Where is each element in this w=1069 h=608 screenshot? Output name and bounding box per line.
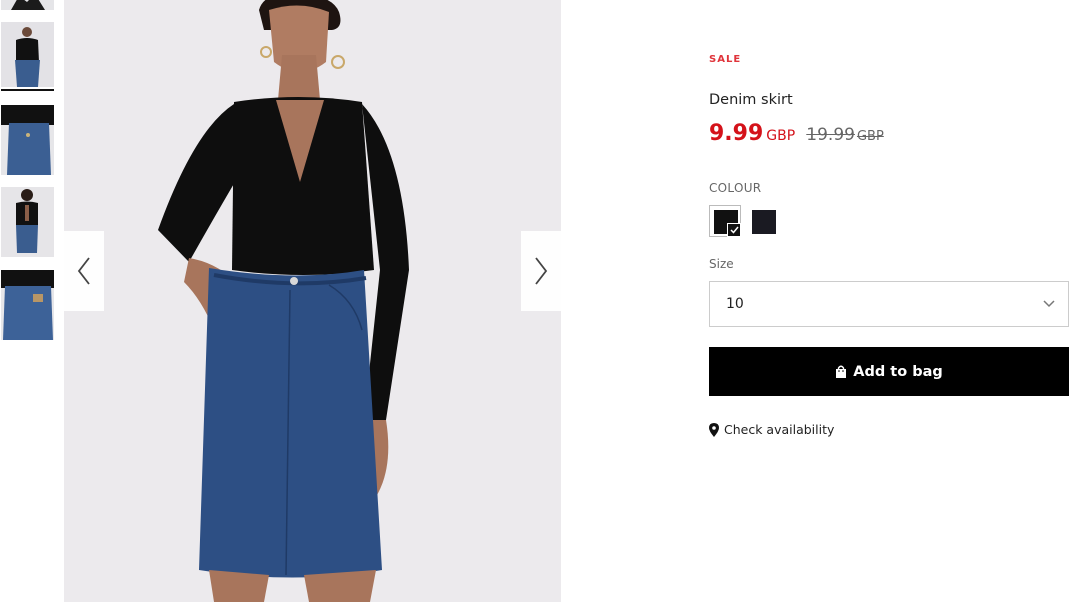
colour-swatch-dark-navy[interactable]	[752, 210, 776, 234]
check-availability-label: Check availability	[724, 422, 835, 437]
chevron-right-icon	[535, 257, 548, 285]
product-title: Denim skirt	[709, 92, 793, 108]
current-price: 9.99	[709, 121, 764, 146]
add-to-bag-button[interactable]: Add to bag	[709, 347, 1069, 396]
add-to-bag-label: Add to bag	[853, 363, 943, 380]
previous-image-button[interactable]	[64, 231, 104, 311]
colour-label: COLOUR	[709, 181, 762, 195]
thumbnail-5[interactable]	[1, 270, 54, 340]
thumbnail-1[interactable]	[1, 0, 54, 10]
product-info-panel: SALE Denim skirt 9.99 GBP 19.99 GBP COLOUR…	[709, 0, 1069, 608]
sale-badge: SALE	[709, 54, 742, 65]
price-row: 9.99 GBP 19.99 GBP	[709, 121, 884, 146]
location-pin-icon	[709, 422, 719, 437]
size-selected-value: 10	[726, 296, 744, 312]
thumbnail-rail	[0, 0, 56, 608]
check-availability-link[interactable]: Check availability	[709, 422, 834, 437]
current-price-currency: GBP	[766, 128, 796, 144]
thumbnail-4[interactable]	[1, 187, 54, 257]
old-price: 19.99	[806, 125, 855, 145]
thumbnail-3[interactable]	[1, 105, 54, 175]
product-photo	[64, 0, 561, 602]
shopping-bag-icon	[836, 365, 847, 378]
size-label: Size	[709, 257, 734, 271]
size-select[interactable]: 10	[709, 281, 1069, 327]
thumbnail-2[interactable]	[1, 22, 54, 87]
checkmark-icon	[727, 223, 741, 237]
next-image-button[interactable]	[521, 231, 561, 311]
chevron-down-icon	[1043, 300, 1055, 308]
active-thumbnail-indicator	[1, 89, 54, 91]
old-price-currency: GBP	[856, 129, 884, 144]
main-product-image	[64, 0, 561, 602]
chevron-left-icon	[77, 257, 90, 285]
colour-swatch-black[interactable]	[709, 205, 741, 237]
